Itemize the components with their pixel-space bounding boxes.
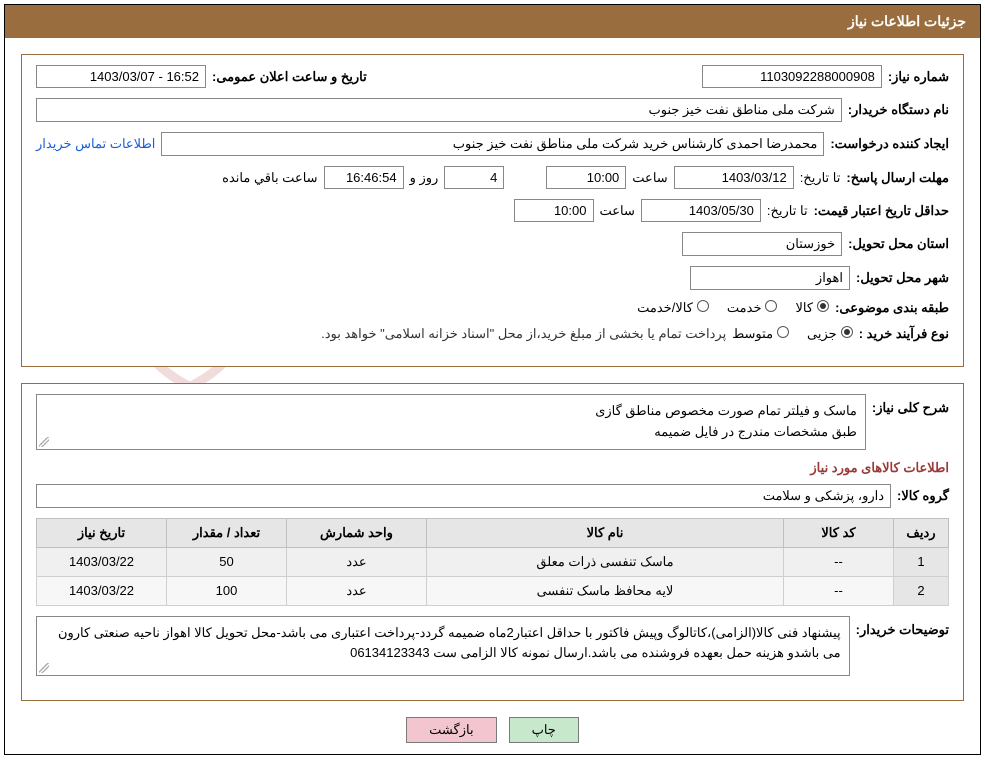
buyer-notes-text: پیشنهاد فنی کالا(الزامی)،کاتالوگ وپیش فا… bbox=[58, 625, 841, 661]
city-label: شهر محل تحویل: bbox=[856, 270, 949, 286]
radio-service-label: خدمت bbox=[727, 300, 762, 315]
min-valid-hour-label: ساعت bbox=[600, 203, 635, 219]
cell-idx: 2 bbox=[894, 576, 949, 605]
buyer-org-label: نام دستگاه خریدار: bbox=[848, 102, 949, 118]
radio-icon bbox=[817, 300, 829, 312]
th-need-date: تاریخ نیاز bbox=[37, 518, 167, 547]
days-remaining-field: 4 bbox=[444, 166, 504, 189]
radio-kala-label: کالا bbox=[795, 300, 813, 315]
general-desc-label: شرح کلی نیاز: bbox=[872, 394, 949, 416]
th-qty: تعداد / مقدار bbox=[167, 518, 287, 547]
title-bar: جزئیات اطلاعات نیاز bbox=[5, 5, 980, 38]
cell-name: لایه محافظ ماسک تنفسی bbox=[427, 576, 784, 605]
cell-idx: 1 bbox=[894, 547, 949, 576]
requester-field: محمدرضا احمدی کارشناس خرید شرکت ملی مناط… bbox=[161, 132, 824, 156]
action-buttons: چاپ بازگشت bbox=[5, 717, 980, 743]
buyer-notes-field: پیشنهاد فنی کالا(الزامی)،کاتالوگ وپیش فا… bbox=[36, 616, 850, 676]
deadline-label: مهلت ارسال پاسخ: bbox=[846, 170, 949, 186]
radio-icon bbox=[841, 326, 853, 338]
table-header-row: ردیف کد کالا نام کالا واحد شمارش تعداد /… bbox=[37, 518, 949, 547]
need-number-label: شماره نیاز: bbox=[888, 69, 949, 85]
deadline-hour-label: ساعت bbox=[632, 170, 667, 186]
cell-unit: عدد bbox=[287, 547, 427, 576]
cell-qty: 100 bbox=[167, 576, 287, 605]
radio-medium-label: متوسط bbox=[732, 326, 773, 341]
print-button[interactable]: چاپ bbox=[509, 717, 579, 743]
th-code: کد کالا bbox=[784, 518, 894, 547]
min-valid-upto-label: تا تاریخ: bbox=[767, 203, 808, 219]
min-valid-label: حداقل تاریخ اعتبار قیمت: bbox=[814, 203, 949, 219]
table-row: 2 -- لایه محافظ ماسک تنفسی عدد 100 1403/… bbox=[37, 576, 949, 605]
th-row: ردیف bbox=[894, 518, 949, 547]
cell-code: -- bbox=[784, 547, 894, 576]
need-info-panel: شماره نیاز: 1103092288000908 تاریخ و ساع… bbox=[21, 54, 964, 367]
th-name: نام کالا bbox=[427, 518, 784, 547]
min-valid-date-field: 1403/05/30 bbox=[641, 199, 761, 222]
buyer-org-field: شرکت ملی مناطق نفت خیز جنوب bbox=[36, 98, 842, 122]
radio-icon bbox=[697, 300, 709, 312]
min-valid-hour-field: 10:00 bbox=[514, 199, 594, 222]
proc-type-label: نوع فرآیند خرید : bbox=[859, 326, 949, 342]
payment-note: پرداخت تمام یا بخشی از مبلغ خرید،از محل … bbox=[321, 326, 726, 342]
radio-medium[interactable]: متوسط bbox=[732, 326, 789, 342]
cell-date: 1403/03/22 bbox=[37, 547, 167, 576]
general-desc-line2: طبق مشخصات مندرج در فایل ضمیمه bbox=[45, 422, 857, 443]
days-and-label: روز و bbox=[410, 170, 439, 186]
radio-both-label: کالا/خدمت bbox=[637, 300, 693, 315]
cell-code: -- bbox=[784, 576, 894, 605]
resize-handle-icon[interactable] bbox=[39, 663, 49, 673]
buyer-notes-label: توضیحات خریدار: bbox=[856, 616, 949, 638]
group-field: دارو، پزشکی و سلامت bbox=[36, 484, 891, 508]
province-field: خوزستان bbox=[682, 232, 842, 256]
cell-name: ماسک تنفسی ذرات معلق bbox=[427, 547, 784, 576]
table-row: 1 -- ماسک تنفسی ذرات معلق عدد 50 1403/03… bbox=[37, 547, 949, 576]
city-field: اهواز bbox=[690, 266, 850, 290]
need-number-field: 1103092288000908 bbox=[702, 65, 882, 88]
radio-partial-label: جزیی bbox=[807, 326, 837, 341]
cell-qty: 50 bbox=[167, 547, 287, 576]
back-button[interactable]: بازگشت bbox=[406, 717, 496, 743]
radio-partial[interactable]: جزیی bbox=[807, 326, 853, 342]
need-detail-panel: شرح کلی نیاز: ماسک و فیلتر تمام صورت مخص… bbox=[21, 383, 964, 701]
cell-date: 1403/03/22 bbox=[37, 576, 167, 605]
remaining-label: ساعت باقي مانده bbox=[222, 170, 317, 186]
items-table: ردیف کد کالا نام کالا واحد شمارش تعداد /… bbox=[36, 518, 949, 606]
resize-handle-icon[interactable] bbox=[39, 437, 49, 447]
deadline-date-field: 1403/03/12 bbox=[674, 166, 794, 189]
radio-service[interactable]: خدمت bbox=[727, 300, 778, 316]
province-label: استان محل تحویل: bbox=[848, 236, 949, 252]
buyer-contact-link[interactable]: اطلاعات تماس خریدار bbox=[36, 136, 155, 152]
deadline-hour-field: 10:00 bbox=[546, 166, 626, 189]
radio-icon bbox=[777, 326, 789, 338]
radio-icon bbox=[765, 300, 777, 312]
title-text: جزئیات اطلاعات نیاز bbox=[848, 13, 966, 29]
items-heading: اطلاعات کالاهای مورد نیاز bbox=[36, 460, 949, 476]
radio-kala[interactable]: کالا bbox=[795, 300, 829, 316]
cell-unit: عدد bbox=[287, 576, 427, 605]
deadline-upto-label: تا تاریخ: bbox=[800, 170, 841, 186]
radio-both[interactable]: کالا/خدمت bbox=[637, 300, 709, 316]
group-label: گروه کالا: bbox=[897, 488, 949, 504]
general-desc-line1: ماسک و فیلتر تمام صورت مخصوص مناطق گازی bbox=[45, 401, 857, 422]
requester-label: ایجاد کننده درخواست: bbox=[830, 136, 949, 152]
general-desc-field: ماسک و فیلتر تمام صورت مخصوص مناطق گازی … bbox=[36, 394, 866, 450]
th-unit: واحد شمارش bbox=[287, 518, 427, 547]
subject-class-label: طبقه بندی موضوعی: bbox=[835, 300, 949, 316]
announce-label: تاریخ و ساعت اعلان عمومی: bbox=[212, 69, 367, 85]
countdown-field: 16:46:54 bbox=[324, 166, 404, 189]
announce-datetime-field: 16:52 - 1403/03/07 bbox=[36, 65, 206, 88]
